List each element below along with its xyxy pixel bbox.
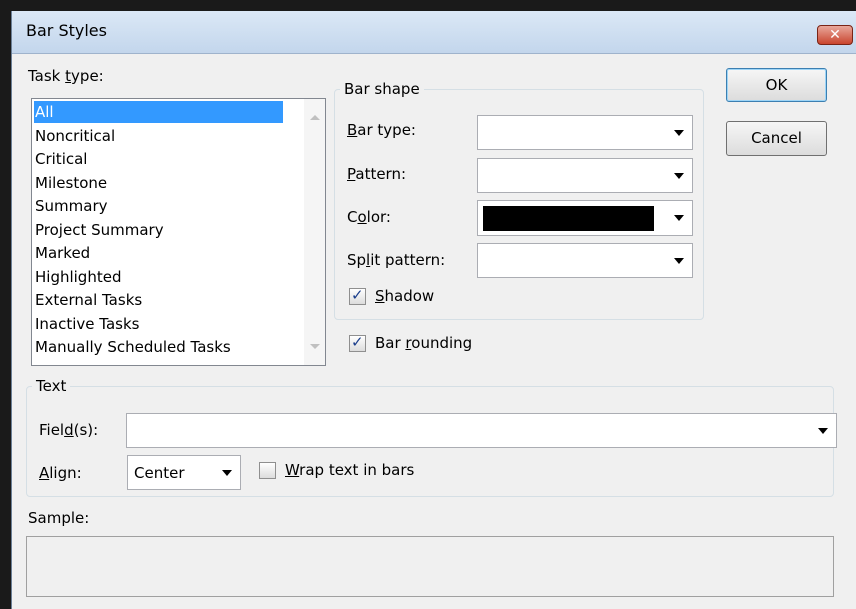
list-item[interactable]: Project Summary xyxy=(34,219,283,241)
text-group-title: Text xyxy=(32,377,71,395)
checkmark-icon: ✓ xyxy=(351,286,364,304)
chevron-down-icon[interactable] xyxy=(674,172,684,179)
align-combo[interactable]: Center xyxy=(127,455,241,490)
sample-label: Sample: xyxy=(28,509,90,527)
sample-preview xyxy=(26,536,834,597)
list-item[interactable]: Inactive Tasks xyxy=(34,313,283,335)
pattern-combo[interactable] xyxy=(477,158,693,193)
pattern-label: Pattern: xyxy=(347,165,407,183)
fields-label: Field(s): xyxy=(39,421,99,439)
scroll-up-arrow-icon[interactable] xyxy=(310,115,320,120)
bar-type-combo[interactable] xyxy=(477,115,693,150)
color-swatch xyxy=(483,206,654,231)
split-pattern-combo[interactable] xyxy=(477,243,693,278)
dialog-title: Bar Styles xyxy=(26,21,107,40)
color-label: Color: xyxy=(347,208,391,226)
task-type-list[interactable]: All Noncritical Critical Milestone Summary Pr… xyxy=(31,98,326,366)
list-item[interactable]: Summary xyxy=(34,195,283,217)
chevron-down-icon[interactable] xyxy=(222,469,232,476)
bar-shape-group-title: Bar shape xyxy=(340,80,424,98)
bar-rounding-label: Bar rounding xyxy=(375,334,473,352)
chevron-down-icon[interactable] xyxy=(818,427,828,434)
chevron-down-icon[interactable] xyxy=(674,215,684,221)
align-value: Center xyxy=(134,463,185,482)
list-item[interactable]: Marked xyxy=(34,242,283,264)
list-item[interactable]: Critical xyxy=(34,148,283,170)
bar-type-label: Bar type: xyxy=(347,121,416,139)
list-item[interactable]: All xyxy=(34,101,283,123)
bar-styles-dialog: Bar Styles ✕ Task type: All Noncritical Cr… xyxy=(11,11,856,609)
fields-combo[interactable] xyxy=(126,413,837,448)
shadow-checkbox[interactable]: ✓ xyxy=(349,286,366,305)
checkmark-icon: ✓ xyxy=(351,333,364,351)
chevron-down-icon[interactable] xyxy=(674,129,684,136)
task-type-label: Task type: xyxy=(28,67,104,85)
list-item[interactable]: Highlighted xyxy=(34,266,283,288)
list-item[interactable]: Milestone xyxy=(34,172,283,194)
list-item[interactable]: External Tasks xyxy=(34,289,283,311)
close-button[interactable]: ✕ xyxy=(817,25,853,45)
scroll-down-arrow-icon[interactable] xyxy=(310,344,320,349)
align-label: Align: xyxy=(39,464,82,482)
list-item[interactable]: Noncritical xyxy=(34,125,283,147)
chevron-down-icon[interactable] xyxy=(674,257,684,264)
list-scrollbar[interactable] xyxy=(304,99,325,365)
color-combo[interactable] xyxy=(477,200,693,236)
shadow-label: Shadow xyxy=(375,287,435,305)
wrap-text-checkbox[interactable] xyxy=(259,462,276,479)
split-pattern-label: Split pattern: xyxy=(347,251,446,269)
wrap-text-label: Wrap text in bars xyxy=(285,461,415,479)
title-bar[interactable]: Bar Styles ✕ xyxy=(12,11,856,54)
ok-button[interactable]: OK xyxy=(726,68,827,102)
list-item[interactable]: Manually Scheduled Tasks xyxy=(34,336,283,358)
cancel-button[interactable]: Cancel xyxy=(726,121,827,156)
bar-rounding-checkbox[interactable]: ✓ xyxy=(349,333,366,352)
